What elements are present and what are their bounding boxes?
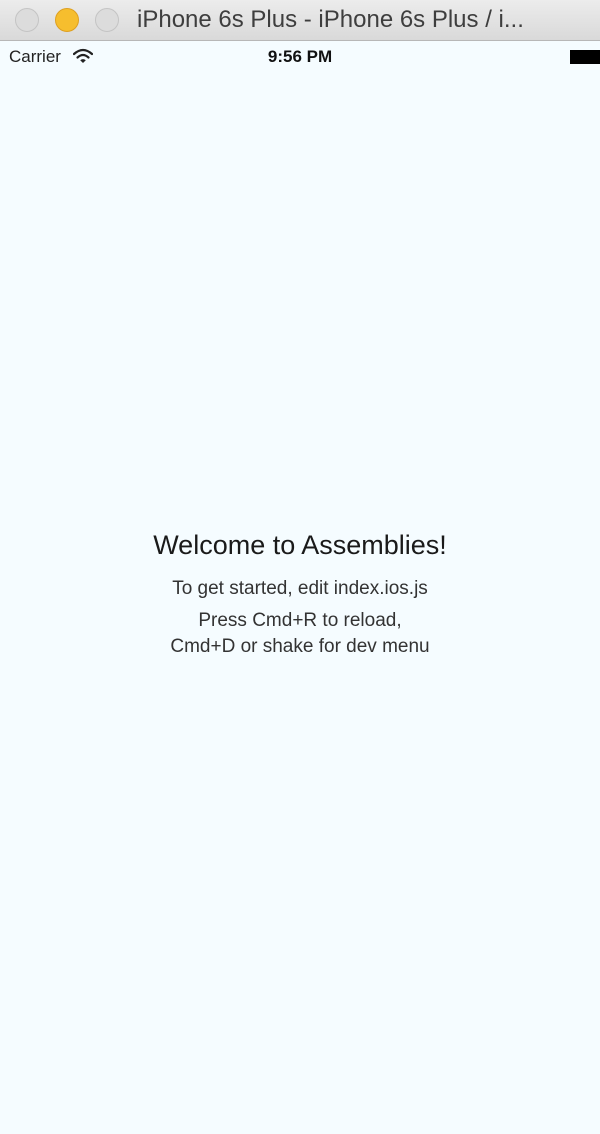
instructions-get-started: To get started, edit index.ios.js [172, 578, 428, 599]
ios-status-bar: Carrier 9:56 PM [0, 42, 600, 72]
zoom-window-button[interactable] [95, 8, 119, 32]
simulator-title-bar: iPhone 6s Plus - iPhone 6s Plus / i... [0, 0, 600, 41]
instructions-dev-menu: Cmd+D or shake for dev menu [170, 636, 430, 657]
instructions-reload: Press Cmd+R to reload, [198, 610, 402, 631]
minimize-window-button[interactable] [55, 8, 79, 32]
window-title: iPhone 6s Plus - iPhone 6s Plus / i... [137, 6, 524, 33]
welcome-screen: Welcome to Assemblies! To get started, e… [0, 525, 600, 660]
status-time: 9:56 PM [267, 47, 333, 66]
battery-icon [570, 50, 600, 64]
close-window-button[interactable] [15, 8, 39, 32]
welcome-text: Welcome to Assemblies! [153, 530, 447, 560]
